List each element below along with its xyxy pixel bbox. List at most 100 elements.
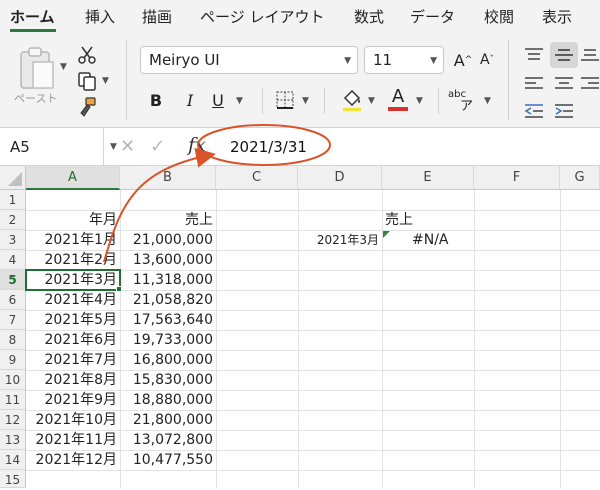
align-left-button[interactable] (520, 72, 548, 96)
paste-button[interactable] (14, 44, 60, 94)
column-header-a[interactable]: A (26, 166, 120, 190)
column-header-g[interactable]: G (560, 166, 600, 190)
row-header[interactable]: 3 (0, 230, 26, 250)
cut-button[interactable] (76, 44, 98, 66)
decrease-indent-icon (524, 104, 543, 118)
tab-view[interactable]: 表示 (542, 6, 572, 27)
row-header[interactable]: 9 (0, 350, 26, 370)
row-header[interactable]: 7 (0, 310, 26, 330)
column-header-e[interactable]: E (382, 166, 474, 190)
row-header[interactable]: 15 (0, 470, 26, 488)
cell-month[interactable]: 2021年7月 (26, 350, 120, 370)
align-bottom-button[interactable] (580, 42, 600, 68)
borders-button[interactable] (274, 88, 296, 112)
tab-home[interactable]: ホーム (10, 6, 55, 27)
row-header-active[interactable]: 5 (0, 270, 26, 290)
font-size-select[interactable]: 11 ▼ (364, 46, 444, 74)
tab-data[interactable]: データ (410, 6, 455, 27)
decrease-indent-button[interactable] (520, 100, 548, 122)
align-right-button[interactable] (580, 72, 600, 96)
formula-input[interactable]: 2021/3/31 (230, 138, 307, 156)
insert-function-button[interactable]: fx (188, 134, 206, 156)
row-header[interactable]: 11 (0, 390, 26, 410)
copy-dropdown[interactable]: ▼ (102, 76, 109, 86)
cell-sales[interactable]: 15,830,000 (120, 370, 216, 390)
format-painter-button[interactable] (76, 96, 98, 118)
cell-d3[interactable]: 2021年3月 (298, 230, 382, 250)
column-header-b[interactable]: B (120, 166, 216, 190)
cell-e3[interactable]: #N/A (382, 230, 474, 250)
cell-sales[interactable]: 10,477,550 (120, 450, 216, 470)
font-name-select[interactable]: Meiryo UI ▼ (140, 46, 358, 74)
chevron-down-icon[interactable]: ▼ (110, 142, 117, 152)
tab-page-layout[interactable]: ページ レイアウト (200, 6, 324, 27)
cell-a2[interactable]: 年月 (26, 210, 120, 230)
cell-sales[interactable]: 13,072,800 (120, 430, 216, 450)
fill-color-button[interactable] (340, 86, 364, 114)
row-header[interactable]: 10 (0, 370, 26, 390)
row-header[interactable]: 1 (0, 190, 26, 210)
ribbon-separator (324, 88, 325, 114)
cell-sales[interactable]: 21,058,820 (120, 290, 216, 310)
phonetic-guide-button[interactable]: abc ア (448, 86, 480, 116)
column-header-d[interactable]: D (298, 166, 382, 190)
row-header[interactable]: 12 (0, 410, 26, 430)
font-color-dropdown[interactable]: ▼ (416, 96, 423, 106)
bold-button[interactable]: B (146, 88, 166, 112)
fill-color-dropdown[interactable]: ▼ (368, 96, 375, 106)
copy-button[interactable] (76, 70, 98, 92)
cell-month[interactable]: 2021年9月 (26, 390, 120, 410)
cell-month[interactable]: 2021年2月 (26, 250, 120, 270)
cell-sales[interactable]: 16,800,000 (120, 350, 216, 370)
cell-month[interactable]: 2021年4月 (26, 290, 120, 310)
row-header[interactable]: 6 (0, 290, 26, 310)
cell-sales[interactable]: 21,800,000 (120, 410, 216, 430)
align-middle-button[interactable] (550, 42, 578, 68)
tab-insert[interactable]: 挿入 (85, 6, 115, 27)
tab-formulas[interactable]: 数式 (354, 6, 384, 27)
cell-month[interactable]: 2021年6月 (26, 330, 120, 350)
row-header[interactable]: 8 (0, 330, 26, 350)
cell-b2[interactable]: 売上 (120, 210, 216, 230)
tab-review[interactable]: 校閲 (484, 6, 514, 27)
align-center-button[interactable] (550, 72, 578, 96)
font-color-button[interactable]: A (386, 84, 410, 114)
cell-month[interactable]: 2021年8月 (26, 370, 120, 390)
italic-button[interactable]: I (180, 88, 200, 112)
cell-e2[interactable]: 売上 (382, 210, 474, 230)
cell-month[interactable]: 2021年1月 (26, 230, 120, 250)
underline-button[interactable]: U (208, 88, 228, 112)
tab-draw[interactable]: 描画 (142, 6, 172, 27)
cell-month[interactable]: 2021年10月 (26, 410, 120, 430)
borders-dropdown[interactable]: ▼ (302, 96, 309, 106)
phonetic-dropdown[interactable]: ▼ (484, 96, 491, 106)
fill-handle[interactable] (116, 286, 122, 292)
cell-sales[interactable]: 21,000,000 (120, 230, 216, 250)
cell-month[interactable]: 2021年11月 (26, 430, 120, 450)
cell-month[interactable]: 2021年5月 (26, 310, 120, 330)
paint-bucket-icon (343, 89, 361, 111)
paste-dropdown[interactable]: ▼ (60, 62, 67, 72)
cancel-icon[interactable]: ✕ (120, 136, 135, 157)
name-box[interactable]: A5 (0, 128, 104, 166)
underline-dropdown[interactable]: ▼ (236, 96, 243, 106)
select-all-corner[interactable] (0, 166, 26, 190)
grow-font-button[interactable]: A ^ (452, 48, 474, 72)
row-header[interactable]: 4 (0, 250, 26, 270)
confirm-icon[interactable]: ✓ (150, 136, 165, 157)
cell-month[interactable]: 2021年12月 (26, 450, 120, 470)
cell-sales[interactable]: 13,600,000 (120, 250, 216, 270)
cell-sales[interactable]: 17,563,640 (120, 310, 216, 330)
column-header-c[interactable]: C (216, 166, 298, 190)
cell-sales[interactable]: 11,318,000 (120, 270, 216, 290)
align-top-button[interactable] (520, 42, 548, 68)
cell-sales[interactable]: 19,733,000 (120, 330, 216, 350)
increase-indent-button[interactable] (550, 100, 578, 122)
cell-sales[interactable]: 18,880,000 (120, 390, 216, 410)
ribbon-separator (126, 40, 127, 120)
row-header[interactable]: 2 (0, 210, 26, 230)
row-header[interactable]: 13 (0, 430, 26, 450)
row-header[interactable]: 14 (0, 450, 26, 470)
column-header-f[interactable]: F (474, 166, 560, 190)
shrink-font-button[interactable]: Aˇ (476, 48, 498, 72)
